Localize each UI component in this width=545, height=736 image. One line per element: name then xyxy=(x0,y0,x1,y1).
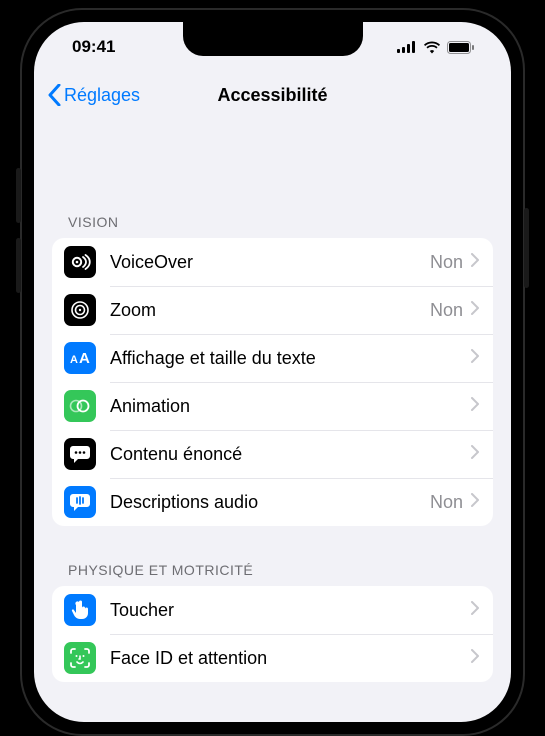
row-label: Animation xyxy=(110,396,471,417)
text-size-icon: AA xyxy=(64,342,96,374)
row-audio-descriptions[interactable]: Descriptions audio Non xyxy=(52,478,493,526)
row-label: Descriptions audio xyxy=(110,492,430,513)
speech-bubble-icon xyxy=(64,438,96,470)
row-spoken-content[interactable]: Contenu énoncé xyxy=(52,430,493,478)
navigation-bar: Réglages Accessibilité xyxy=(34,72,511,118)
audio-description-icon xyxy=(64,486,96,518)
status-indicators xyxy=(397,41,475,54)
chevron-right-icon xyxy=(471,445,479,464)
status-time: 09:41 xyxy=(72,37,115,57)
row-motion[interactable]: Animation xyxy=(52,382,493,430)
page-title: Accessibilité xyxy=(217,85,327,106)
wifi-icon xyxy=(423,41,441,54)
row-display-text[interactable]: AA Affichage et taille du texte xyxy=(52,334,493,382)
chevron-right-icon xyxy=(471,349,479,368)
row-touch[interactable]: Toucher xyxy=(52,586,493,634)
motion-icon xyxy=(64,390,96,422)
row-label: VoiceOver xyxy=(110,252,430,273)
zoom-icon xyxy=(64,294,96,326)
row-label: Toucher xyxy=(110,600,471,621)
row-label: Face ID et attention xyxy=(110,648,471,669)
section-vision: VoiceOver Non Zoom Non AA Affic xyxy=(52,238,493,526)
svg-text:A: A xyxy=(79,350,90,366)
chevron-right-icon xyxy=(471,253,479,272)
chevron-right-icon xyxy=(471,397,479,416)
battery-icon xyxy=(447,41,475,54)
row-value: Non xyxy=(430,492,463,513)
chevron-left-icon xyxy=(48,84,61,106)
row-label: Affichage et taille du texte xyxy=(110,348,471,369)
chevron-right-icon xyxy=(471,649,479,668)
row-value: Non xyxy=(430,300,463,321)
row-faceid[interactable]: Face ID et attention xyxy=(52,634,493,682)
back-button[interactable]: Réglages xyxy=(34,84,140,106)
section-motor: Toucher Face ID et attention xyxy=(52,586,493,682)
voiceover-icon xyxy=(64,246,96,278)
section-header-vision: VISION xyxy=(52,118,493,238)
chevron-right-icon xyxy=(471,301,479,320)
row-label: Zoom xyxy=(110,300,430,321)
back-label: Réglages xyxy=(64,85,140,106)
row-voiceover[interactable]: VoiceOver Non xyxy=(52,238,493,286)
row-label: Contenu énoncé xyxy=(110,444,471,465)
chevron-right-icon xyxy=(471,493,479,512)
section-header-motor: PHYSIQUE ET MOTRICITÉ xyxy=(52,526,493,586)
chevron-right-icon xyxy=(471,601,479,620)
row-value: Non xyxy=(430,252,463,273)
touch-icon xyxy=(64,594,96,626)
faceid-icon xyxy=(64,642,96,674)
cellular-icon xyxy=(397,41,417,53)
row-zoom[interactable]: Zoom Non xyxy=(52,286,493,334)
svg-text:A: A xyxy=(70,354,78,366)
